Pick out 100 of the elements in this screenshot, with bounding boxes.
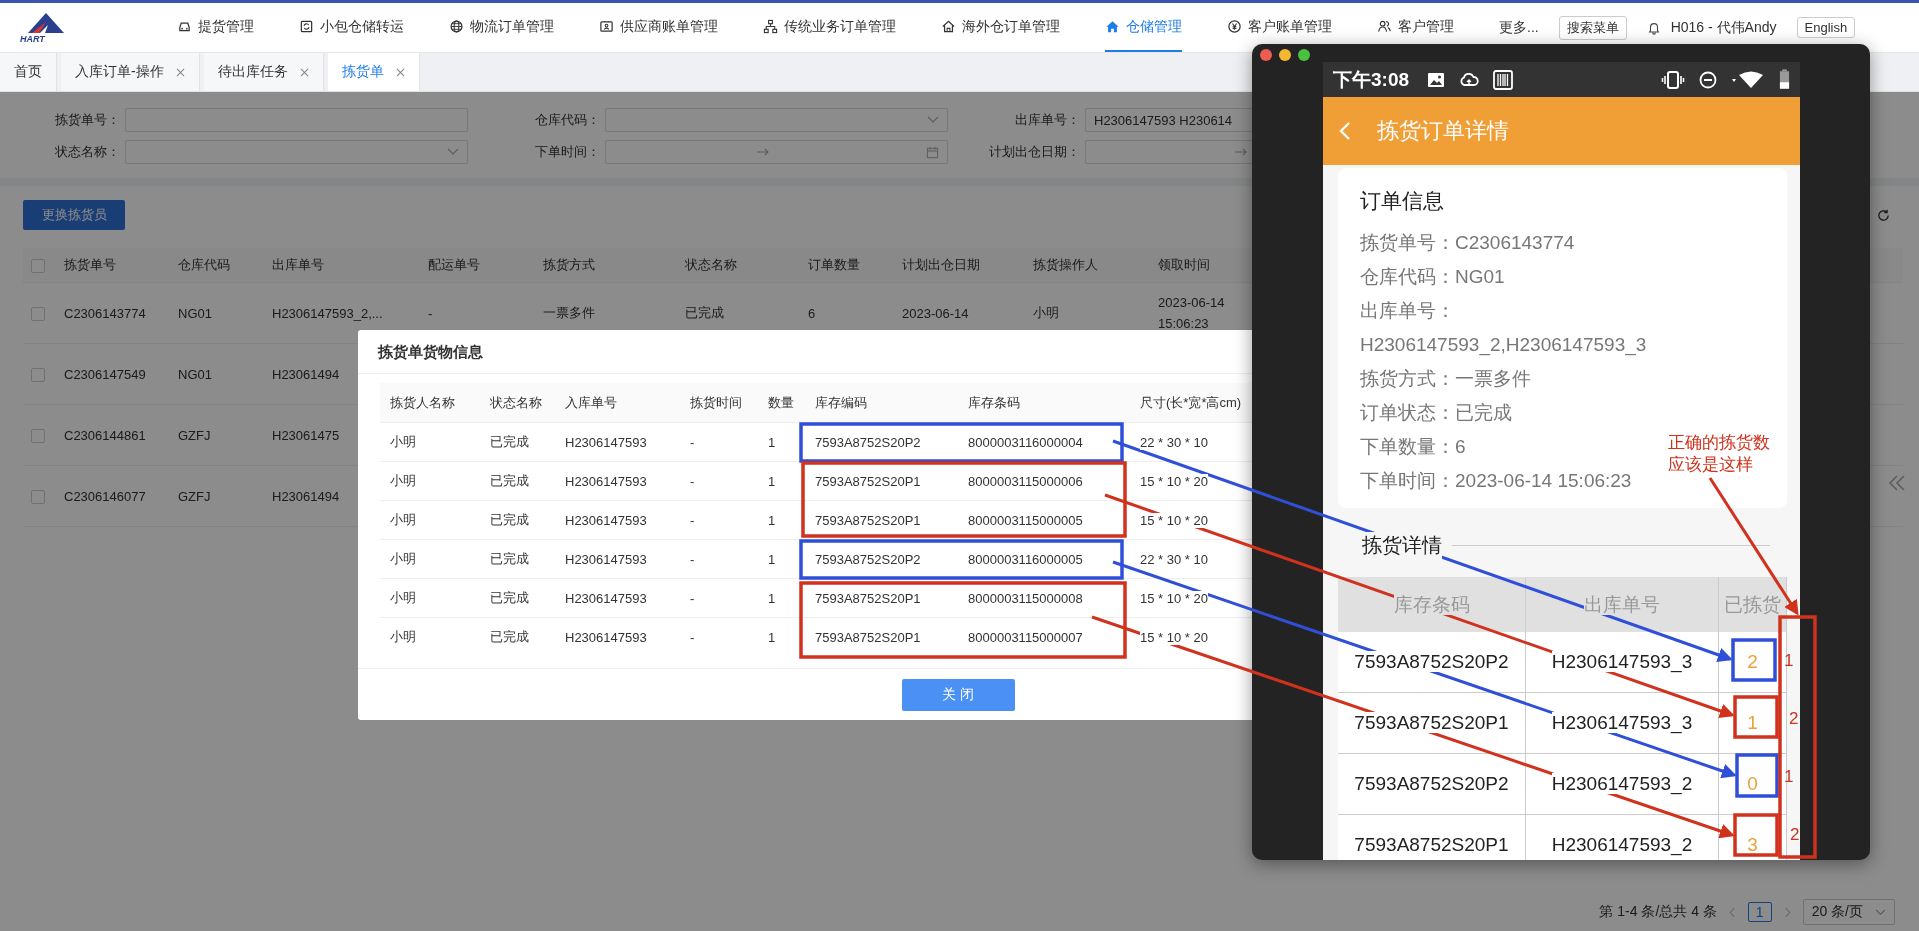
user-name[interactable]: H016 - 代伟Andy [1670, 18, 1777, 37]
table-cell: 7593A8752S20P1 [1354, 712, 1509, 733]
table-cell: 已完成 [490, 551, 529, 566]
table-cell: 已完成 [490, 590, 529, 605]
table-cell: NG01 [178, 366, 212, 382]
status-time: 下午3:08 [1333, 67, 1410, 92]
language-button[interactable]: English [1796, 17, 1856, 38]
column-header: 已拣货 [1724, 593, 1781, 615]
search-menu-button[interactable]: 搜索菜单 [1558, 15, 1627, 40]
checkbox[interactable] [31, 428, 45, 443]
table-cell: 小明 [390, 590, 416, 605]
previous-page-icon[interactable] [1728, 906, 1736, 918]
table-cell: 7593A8752S20P2 [1354, 651, 1509, 672]
table-cell: 小明 [390, 629, 416, 644]
checkbox[interactable] [31, 367, 45, 382]
column-header: 入库单号 [565, 394, 617, 410]
nav-item[interactable]: 海外仓订单管理 [941, 11, 1060, 44]
column-header: 领取时间 [1158, 257, 1210, 272]
table-cell: 15 * 10 * 20 [1140, 473, 1208, 489]
checkbox[interactable] [31, 489, 45, 504]
more-link[interactable]: 更多... [1499, 18, 1539, 37]
table-cell: 小明 [1033, 305, 1059, 320]
battery-icon [1779, 69, 1790, 90]
field-value: NG01 [1455, 265, 1505, 289]
table-cell: C2306146077 [64, 488, 146, 504]
back-icon[interactable] [1339, 121, 1351, 141]
refresh-icon[interactable] [1876, 207, 1891, 223]
tab[interactable]: 入库订单-操作 [61, 53, 200, 91]
table-cell: H23061494 [272, 488, 340, 504]
logo-icon [26, 11, 66, 34]
close-window-button[interactable] [1260, 48, 1272, 61]
field-label: 下单时间： [1360, 470, 1455, 491]
nav-item[interactable]: 提货管理 [177, 11, 254, 44]
next-page-icon[interactable] [1783, 906, 1791, 918]
arrow-right-icon [1234, 148, 1248, 156]
table-cell: C2306143774 [64, 305, 146, 321]
globe-icon [449, 19, 464, 34]
date-range-field[interactable] [1085, 140, 1252, 164]
nav-item[interactable]: 物流订单管理 [449, 11, 554, 44]
chevron-down-icon [1875, 908, 1886, 916]
table-cell: 小明 [390, 551, 416, 566]
nav-item[interactable]: 供应商账单管理 [599, 11, 718, 44]
table-cell: H2306147593_2 [1551, 773, 1693, 794]
filter-label: 状态名称： [54, 143, 120, 161]
section-title: 订单信息 [1360, 188, 1445, 214]
table-cell: 一票多件 [543, 305, 595, 320]
table-cell: C2306147549 [64, 366, 146, 382]
table-cell: 2023-06-14 [902, 305, 969, 321]
table-cell: GZFJ [178, 427, 211, 443]
field-value: C2306143774 [1455, 231, 1575, 255]
nav-item[interactable]: 客户管理 [1377, 11, 1454, 44]
annotation-number: 2 [1790, 825, 1800, 844]
cloud-icon [1459, 72, 1480, 87]
checkbox[interactable] [31, 306, 45, 321]
picked-count: 0 [1747, 773, 1758, 794]
field-value: 6 [1455, 435, 1466, 459]
picked-count: 3 [1747, 834, 1758, 855]
tab[interactable]: 首页 [0, 53, 57, 91]
table-cell: GZFJ [178, 488, 211, 504]
column-header: 订单数量 [808, 257, 860, 272]
filter-label: 计划出仓日期： [988, 143, 1080, 161]
field-label: 出库单号： [1360, 300, 1455, 321]
tab[interactable]: 拣货单 [327, 53, 420, 91]
arrow-right-icon [756, 148, 770, 156]
nav-item[interactable]: 小包仓储转运 [299, 11, 404, 44]
calendar-icon [926, 145, 939, 159]
column-header: 拣货单号 [64, 257, 116, 272]
chevron-down-icon [447, 148, 459, 156]
select-field[interactable] [125, 140, 468, 164]
annotation-number: 1 [1784, 767, 1794, 786]
field-label: 下单数量： [1360, 436, 1455, 457]
nav-item[interactable]: 客户账单管理 [1227, 11, 1332, 44]
checkbox[interactable] [31, 258, 45, 273]
filter-label: 仓库代码： [534, 111, 600, 129]
table-cell: 已完成 [490, 629, 529, 644]
column-header: 拣货时间 [690, 394, 742, 410]
input-field[interactable]: H2306147593 H230614 [1085, 108, 1252, 132]
minimize-window-button[interactable] [1279, 48, 1291, 61]
column-header: 库存条码 [1393, 593, 1470, 615]
date-range-field[interactable] [605, 140, 948, 164]
vibrate-icon [1661, 70, 1685, 89]
column-header: 库存编码 [815, 394, 867, 410]
filter-label: 拣货单号： [54, 111, 120, 129]
filter-label: 下单时间： [534, 143, 600, 161]
close-icon[interactable] [299, 67, 309, 77]
select-field[interactable] [605, 108, 948, 132]
page-size-select[interactable]: 20 条/页 [1802, 899, 1895, 925]
close-icon[interactable] [395, 67, 405, 77]
table-cell: 已完成 [490, 434, 529, 449]
column-header: 拣货方式 [543, 257, 595, 272]
table-cell: C2306144861 [64, 427, 146, 443]
table-cell: 15 * 10 * 20 [1140, 590, 1208, 606]
tab[interactable]: 待出库任务 [203, 53, 324, 91]
close-icon[interactable] [175, 67, 185, 77]
maximize-window-button[interactable] [1298, 48, 1310, 61]
nav-item[interactable]: 传统业务订单管理 [763, 11, 896, 44]
filter-label: 出库单号： [1014, 111, 1080, 129]
barcode-icon [1493, 69, 1514, 90]
column-header: 出库单号 [1584, 593, 1660, 615]
column-header: 仓库代码 [178, 257, 230, 272]
